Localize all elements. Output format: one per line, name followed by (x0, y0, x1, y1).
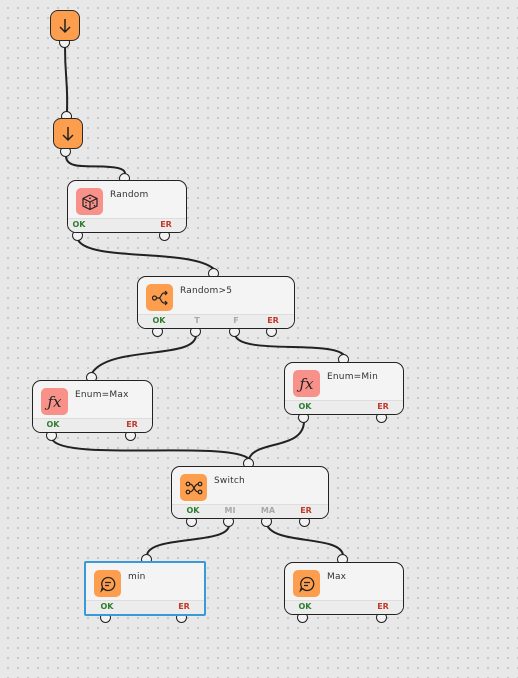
wire-randomgt5-f-enummin (234, 334, 345, 356)
node-enum-max[interactable]: ƒx Enum=Max OK ER (32, 380, 153, 433)
port-label-t: T (194, 316, 200, 325)
node-ports-bar: OK ER (86, 600, 204, 614)
branch-icon (146, 284, 173, 311)
node-random-gt-5[interactable]: Random>5 OK T F ER (137, 276, 295, 329)
port-label-ok: OK (72, 220, 86, 229)
wire-switch-ma-max (266, 524, 344, 556)
node-title: Enum=Max (75, 390, 129, 400)
flow-canvas[interactable]: Random OK ER Random>5 OK T F ER ƒx Enum=… (0, 0, 518, 678)
node-title: min (128, 572, 146, 582)
node-title: Random>5 (180, 286, 233, 296)
port-label-er: ER (126, 420, 138, 429)
node-title: Max (327, 572, 347, 582)
port-label-er: ER (300, 506, 312, 515)
wire-start2-random (65, 155, 126, 175)
switch-icon (180, 474, 207, 501)
wire-enummin-ok-switch (248, 420, 305, 460)
port-label-er: ER (160, 220, 172, 229)
port-label-er: ER (267, 316, 279, 325)
start-node-1[interactable] (50, 10, 80, 41)
port-label-ok: OK (152, 316, 166, 325)
wire-randomgt5-t-enummax (91, 334, 197, 374)
node-title: Random (110, 190, 149, 200)
node-message-min[interactable]: min OK ER (84, 561, 206, 616)
node-ports-bar: OK ER (285, 600, 403, 614)
node-ports-bar: OK T F ER (138, 314, 294, 328)
port-label-ok: OK (298, 402, 312, 411)
port-label-ok: OK (46, 420, 60, 429)
node-message-max[interactable]: Max OK ER (284, 562, 404, 615)
node-switch[interactable]: Switch OK MI MA ER (171, 466, 329, 519)
arrow-down-icon (62, 126, 74, 141)
dice-icon (76, 188, 103, 215)
node-enum-min[interactable]: ƒx Enum=Min OK ER (284, 362, 404, 415)
node-ports-bar: OK ER (68, 218, 186, 232)
port-label-ok: OK (100, 602, 114, 611)
function-icon: ƒx (41, 388, 68, 415)
port-label-ok: OK (298, 602, 312, 611)
wire-switch-mi-min (146, 524, 230, 556)
node-title: Enum=Min (327, 372, 378, 382)
node-random[interactable]: Random OK ER (67, 180, 187, 233)
node-ports-bar: OK MI MA ER (172, 504, 328, 518)
chat-icon (293, 570, 320, 597)
port-label-er: ER (377, 602, 389, 611)
wire-random-ok-randomgt5 (77, 239, 215, 270)
node-ports-bar: OK ER (33, 418, 152, 432)
chat-icon (94, 570, 121, 597)
wire-start1-start2 (64, 45, 69, 113)
function-icon: ƒx (293, 370, 320, 397)
port-label-er: ER (178, 602, 190, 611)
port-label-f: F (233, 316, 239, 325)
start-node-2[interactable] (53, 118, 83, 149)
port-label-mi: MI (224, 506, 236, 515)
port-label-ok: OK (186, 506, 200, 515)
arrow-down-icon (59, 18, 71, 33)
port-label-ma: MA (260, 506, 276, 515)
wire-enummax-ok-switch (51, 438, 250, 460)
connection-layer (51, 45, 345, 556)
node-title: Switch (214, 476, 245, 486)
port-label-er: ER (377, 402, 389, 411)
node-ports-bar: OK ER (285, 400, 403, 414)
